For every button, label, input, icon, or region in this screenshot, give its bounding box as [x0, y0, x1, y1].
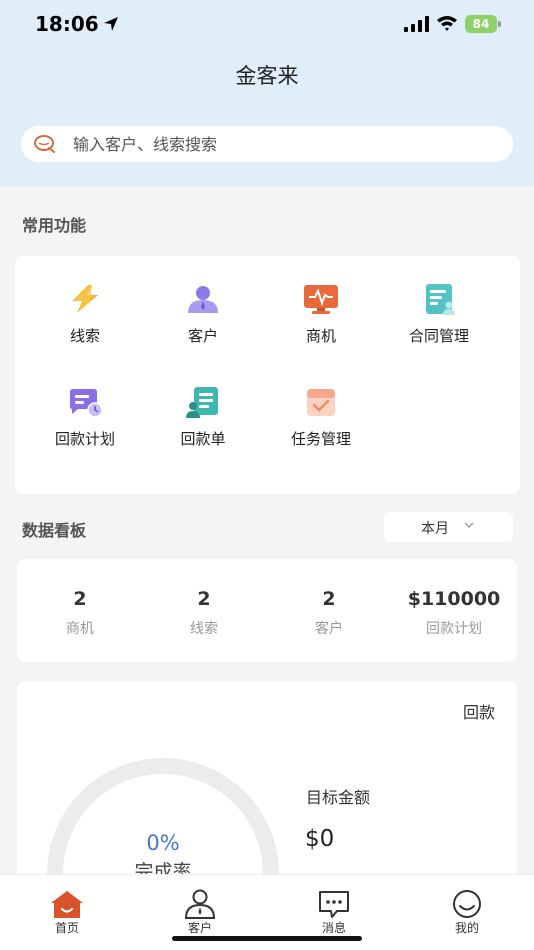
stat-value: $110000 — [407, 588, 501, 610]
person-icon — [188, 286, 218, 313]
battery-indicator: 84 — [465, 15, 501, 33]
header: 18:06 84 金客来 — [0, 0, 534, 187]
stat-value: 2 — [322, 588, 336, 610]
stat-label: 线索 — [190, 621, 218, 637]
battery-tip — [498, 21, 501, 27]
function-item-receipts[interactable]: 回款单 — [144, 386, 262, 449]
function-label: 回款单 — [180, 430, 226, 448]
monitor-pulse-icon — [304, 285, 338, 314]
stat-label: 回款计划 — [426, 621, 482, 637]
stat-value: 2 — [73, 588, 87, 610]
user-icon — [184, 889, 216, 919]
function-item-customers[interactable]: 客户 — [144, 283, 262, 346]
stat-value: 2 — [197, 588, 211, 610]
section-title-dashboard: 数据看板 — [22, 521, 87, 540]
function-item-opportunities[interactable]: 商机 — [262, 283, 380, 346]
status-time: 18:06 — [35, 12, 99, 36]
tab-home[interactable]: 首页 — [27, 889, 107, 936]
location-arrow-icon — [104, 17, 118, 31]
function-item-contracts[interactable]: 合同管理 — [380, 283, 498, 346]
function-label: 回款计划 — [54, 430, 115, 448]
period-selected: 本月 — [421, 521, 449, 537]
smile-icon — [453, 890, 481, 918]
function-label: 线索 — [69, 327, 100, 345]
function-item-payment-plan[interactable]: 回款计划 — [26, 386, 144, 449]
tab-label: 我的 — [454, 921, 479, 935]
function-label: 商机 — [305, 327, 336, 345]
message-icon — [319, 891, 349, 918]
search-input[interactable] — [73, 126, 493, 162]
search-icon — [34, 135, 55, 153]
period-dropdown[interactable]: 本月 — [384, 512, 513, 542]
stat-opportunities[interactable]: 2 商机 — [18, 588, 142, 638]
tab-customers[interactable]: 客户 — [160, 889, 240, 936]
function-label: 合同管理 — [408, 327, 469, 345]
tab-messages[interactable]: 消息 — [294, 889, 374, 936]
stat-label: 客户 — [315, 621, 343, 637]
page-title: 金客来 — [235, 64, 299, 88]
target-amount-value: $0 — [305, 826, 335, 852]
stat-label: 商机 — [66, 621, 94, 637]
chevron-down-icon — [464, 522, 474, 528]
wifi-icon — [437, 16, 457, 31]
function-label: 任务管理 — [290, 430, 351, 448]
home-icon — [51, 891, 83, 918]
tab-label: 首页 — [54, 921, 79, 935]
document-user-icon — [426, 284, 455, 315]
target-amount-label: 目标金额 — [306, 788, 371, 807]
home-indicator — [172, 936, 362, 941]
stat-payment-plan[interactable]: $110000 回款计划 — [392, 588, 516, 638]
search-bar[interactable] — [21, 126, 513, 162]
function-label: 客户 — [187, 327, 218, 345]
signal-icon — [404, 16, 429, 32]
battery-level: 84 — [465, 15, 497, 33]
completion-value: 0% — [146, 831, 180, 855]
task-check-icon — [307, 389, 335, 416]
tab-me[interactable]: 我的 — [427, 889, 507, 936]
function-item-tasks[interactable]: 任务管理 — [262, 386, 380, 449]
chat-clock-icon — [70, 389, 103, 418]
tab-label: 客户 — [187, 921, 212, 935]
receipt-user-icon — [186, 387, 218, 418]
stat-leads[interactable]: 2 线索 — [142, 588, 266, 638]
tab-label: 消息 — [321, 921, 346, 935]
payment-card-title: 回款 — [462, 703, 495, 722]
function-item-leads[interactable]: 线索 — [26, 283, 144, 346]
lightning-icon — [72, 285, 98, 313]
stat-customers[interactable]: 2 客户 — [267, 588, 391, 638]
functions-card: 线索 客户 商机 合同管理 回款计划 回款单 任务管理 — [15, 256, 520, 494]
status-bar: 18:06 84 — [0, 0, 534, 50]
section-title-common: 常用功能 — [22, 216, 87, 235]
